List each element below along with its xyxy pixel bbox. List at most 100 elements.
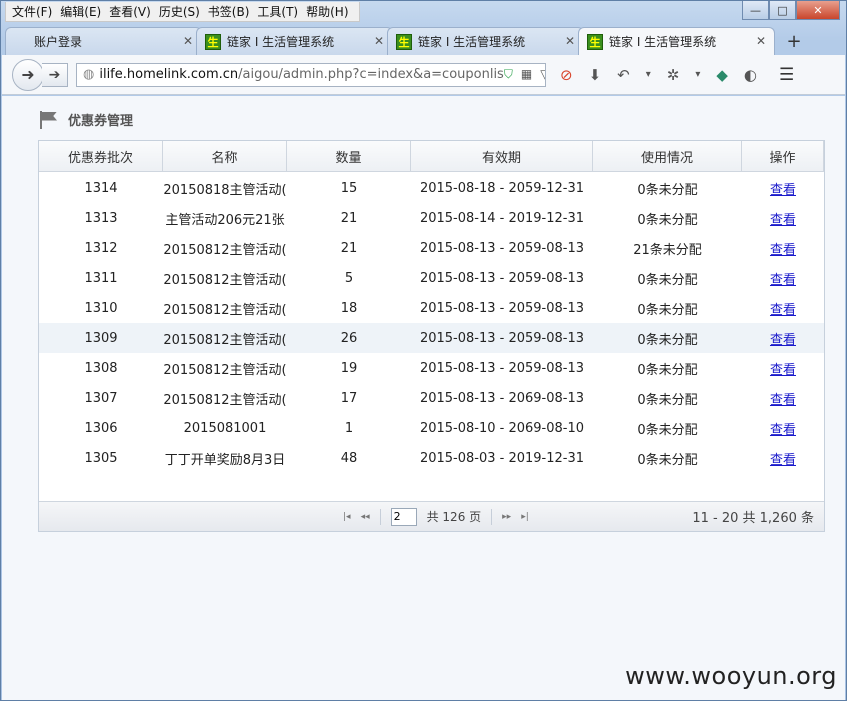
view-link[interactable]: 查看 xyxy=(770,329,796,348)
maximize-button[interactable]: □ xyxy=(769,1,796,20)
col-period-header[interactable]: 有效期 xyxy=(411,141,593,171)
cell-batch: 1305 xyxy=(84,450,118,466)
first-page-icon[interactable]: |◂ xyxy=(343,512,351,522)
globe-icon: ◍ xyxy=(83,67,95,82)
forward-arrow-icon: ➔ xyxy=(48,66,61,83)
table-row[interactable]: 1305 丁丁开单奖励8月3日 48 2015-08-03 - 2019-12-31 0… xyxy=(39,443,824,473)
download-icon[interactable]: ⬇ xyxy=(589,66,602,84)
col-qty-header[interactable]: 数量 xyxy=(287,141,411,171)
shield-icon[interactable]: ⛉ xyxy=(504,67,513,82)
forward-button[interactable]: ➔ xyxy=(42,62,68,87)
close-tab-icon[interactable]: ✕ xyxy=(565,34,575,48)
table-row[interactable]: 1313 主管活动206元21张 21 2015-08-14 - 2019-12-31… xyxy=(39,203,824,233)
privacy-icon[interactable]: ◐ xyxy=(744,66,757,84)
view-link[interactable]: 查看 xyxy=(770,269,796,288)
tab-account-login[interactable]: 账户登录 ✕ xyxy=(5,27,202,55)
view-link[interactable]: 查看 xyxy=(770,359,796,378)
page-title: 优惠券管理 xyxy=(38,110,133,129)
table-row[interactable]: 1314 20150818主管活动(15 2015-08-18 - 2059-12-… xyxy=(39,173,824,203)
table-row[interactable]: 1307 20150812主管活动(17 2015-08-13 - 2069-08-… xyxy=(39,383,824,413)
extension-icon[interactable]: ✲ xyxy=(667,66,680,84)
url-domain: ilife.homelink.com.cn xyxy=(99,67,239,82)
chevron-down-icon[interactable]: ▾ xyxy=(646,69,651,80)
flag-icon xyxy=(38,110,58,129)
back-button[interactable]: ➜ xyxy=(12,58,44,91)
cell-qty: 21 xyxy=(340,240,358,256)
tab-ilife-1[interactable]: 生 链家 I 生活管理系统 ✕ xyxy=(196,27,393,55)
cell-usage: 0条未分配 xyxy=(637,272,698,288)
col-batch-header[interactable]: 优惠券批次 xyxy=(39,141,163,171)
cell-period: 2015-08-13 - 2059-08-13 xyxy=(419,270,585,286)
menu-help[interactable]: 帮助(H) xyxy=(304,3,354,20)
url-bar[interactable]: ◍ ilife.homelink.com.cn /aigou/admin.php… xyxy=(76,62,546,87)
minimize-button[interactable]: — xyxy=(742,1,769,20)
menu-bar: 文件(F) 编辑(E) 查看(V) 历史(S) 书签(B) 工具(T) 帮助(H… xyxy=(5,2,360,22)
cell-name: 20150812主管活动( xyxy=(163,242,287,258)
dropdown-arrow-icon[interactable]: ▽ xyxy=(540,67,545,82)
view-link[interactable]: 查看 xyxy=(770,419,796,438)
url-bar-actions: ⛉ ▦ ▽ ↻ xyxy=(504,67,545,82)
history-buttons: ➜ ➔ xyxy=(12,58,68,91)
table-row[interactable]: 1312 20150812主管活动(21 2015-08-13 - 2059-08-… xyxy=(39,233,824,263)
close-tab-icon[interactable]: ✕ xyxy=(374,34,384,48)
close-tab-icon[interactable]: ✕ xyxy=(183,34,193,48)
col-action-header[interactable]: 操作 xyxy=(742,141,824,171)
new-tab-button[interactable]: + xyxy=(779,27,809,55)
col-name-header[interactable]: 名称 xyxy=(163,141,287,171)
menu-file[interactable]: 文件(F) xyxy=(10,3,58,20)
menu-bookmarks[interactable]: 书签(B) xyxy=(206,3,256,20)
chevron-down-icon[interactable]: ▾ xyxy=(695,69,700,80)
table-row[interactable]: 1311 20150812主管活动(5 2015-08-13 - 2059-08-1… xyxy=(39,263,824,293)
adblock-icon[interactable]: ⊘ xyxy=(560,66,573,84)
cell-batch: 1308 xyxy=(84,360,118,376)
addon-icon[interactable]: ◆ xyxy=(716,66,728,84)
pager-divider xyxy=(379,508,381,525)
table-row-hovered[interactable]: 1309 20150812主管活动(26 2015-08-13 - 2059-08-… xyxy=(39,323,824,353)
table-row[interactable]: 1308 20150812主管活动(19 2015-08-13 - 2059-08-… xyxy=(39,353,824,383)
cell-qty: 18 xyxy=(340,300,358,316)
url-path: /aigou/admin.php?c=index&a=couponlis xyxy=(238,67,504,82)
menu-edit[interactable]: 编辑(E) xyxy=(58,3,107,20)
cell-qty: 17 xyxy=(340,390,358,406)
cell-batch: 1309 xyxy=(84,330,118,346)
cell-usage: 0条未分配 xyxy=(637,452,698,468)
cell-qty: 48 xyxy=(340,450,358,466)
qr-code-icon[interactable]: ▦ xyxy=(521,67,532,82)
close-window-button[interactable]: ✕ xyxy=(796,1,840,20)
view-link[interactable]: 查看 xyxy=(770,449,796,468)
prev-page-icon[interactable]: ◂◂ xyxy=(361,512,370,522)
last-page-icon[interactable]: ▸| xyxy=(521,512,529,522)
cell-period: 2015-08-10 - 2069-08-10 xyxy=(419,420,585,436)
close-tab-icon[interactable]: ✕ xyxy=(756,34,766,48)
undo-icon[interactable]: ↶ xyxy=(617,66,630,84)
next-page-icon[interactable]: ▸▸ xyxy=(502,512,511,522)
table-row[interactable]: 1306 2015081001 1 2015-08-10 - 2069-08-10 0条… xyxy=(39,413,824,443)
toolbar: ⊘ ⬇ ↶ ▾ ✲ ▾ ◆ ◐ ☰ xyxy=(560,65,794,85)
page-number-input[interactable] xyxy=(390,507,417,526)
view-link[interactable]: 查看 xyxy=(770,179,796,198)
col-usage-header[interactable]: 使用情况 xyxy=(593,141,742,171)
cell-name: 主管活动206元21张 xyxy=(165,212,285,228)
cell-period: 2015-08-14 - 2019-12-31 xyxy=(419,210,585,226)
cell-batch: 1314 xyxy=(84,180,118,196)
view-link[interactable]: 查看 xyxy=(770,239,796,258)
table-row[interactable]: 1310 20150812主管活动(18 2015-08-13 - 2059-08-… xyxy=(39,293,824,323)
view-link[interactable]: 查看 xyxy=(770,209,796,228)
cell-period: 2015-08-13 - 2059-08-13 xyxy=(419,360,585,376)
view-link[interactable]: 查看 xyxy=(770,299,796,318)
view-link[interactable]: 查看 xyxy=(770,389,796,408)
navigation-bar: ➜ ➔ ◍ ilife.homelink.com.cn /aigou/admin… xyxy=(2,55,845,95)
menu-history[interactable]: 历史(S) xyxy=(157,3,206,20)
cell-name: 20150812主管活动( xyxy=(163,332,287,348)
tab-strip: 账户登录 ✕ 生 链家 I 生活管理系统 ✕ 生 链家 I 生活管理系统 ✕ 生… xyxy=(5,27,842,55)
cell-usage: 0条未分配 xyxy=(637,392,698,408)
menu-view[interactable]: 查看(V) xyxy=(107,3,157,20)
hamburger-menu-icon[interactable]: ☰ xyxy=(779,65,794,85)
tab-ilife-active[interactable]: 生 链家 I 生活管理系统 ✕ xyxy=(578,27,775,55)
cell-period: 2015-08-18 - 2059-12-31 xyxy=(419,180,585,196)
menu-tools[interactable]: 工具(T) xyxy=(255,3,304,20)
cell-batch: 1313 xyxy=(84,210,118,226)
tab-ilife-2[interactable]: 生 链家 I 生活管理系统 ✕ xyxy=(387,27,584,55)
cell-name: 20150812主管活动( xyxy=(163,302,287,318)
cell-qty: 26 xyxy=(340,330,358,346)
